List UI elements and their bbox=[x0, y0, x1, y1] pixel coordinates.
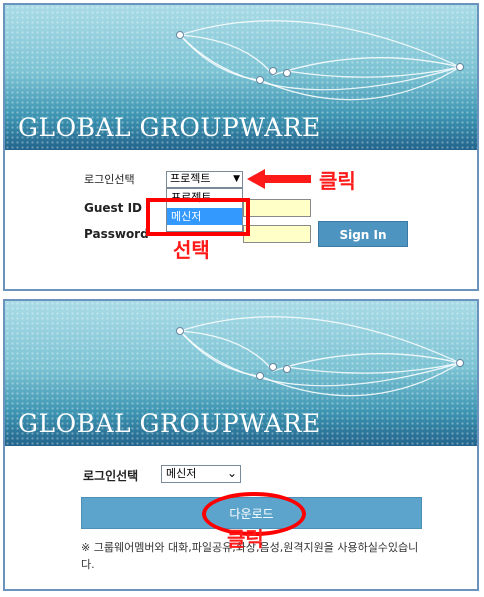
password-input[interactable] bbox=[243, 225, 311, 243]
sign-in-button[interactable]: Sign In bbox=[318, 221, 408, 247]
guest-id-input[interactable] bbox=[243, 199, 311, 217]
banner-image: GLOBAL GROUPWARE bbox=[5, 5, 477, 153]
arrow-left-icon bbox=[247, 169, 311, 189]
password-label: Password bbox=[84, 227, 149, 241]
annotation-click: 클릭 bbox=[227, 527, 264, 551]
annotation-select: 선택 bbox=[173, 238, 210, 262]
login-panel-after: GLOBAL GROUPWARE 로그인선택 메신저 ⌄ 다운로드 ※ 그룹웨어… bbox=[3, 299, 479, 591]
banner-divider bbox=[5, 446, 477, 449]
selection-highlight-box bbox=[146, 198, 250, 236]
login-panel-before: GLOBAL GROUPWARE 로그인선택 프로젝트 ▼ 프로젝트 메신저 G… bbox=[3, 3, 479, 291]
banner-image: GLOBAL GROUPWARE bbox=[5, 301, 477, 449]
login-select-label: 로그인선택 bbox=[84, 173, 135, 186]
login-select-label: 로그인선택 bbox=[83, 469, 139, 483]
login-type-select-value: 메신저 bbox=[166, 467, 197, 480]
login-type-select-value: 프로젝트 bbox=[170, 172, 211, 185]
login-type-select[interactable]: 메신저 ⌄ bbox=[161, 465, 241, 483]
dropdown-arrow-icon: ▼ bbox=[233, 174, 240, 184]
guest-id-label: Guest ID bbox=[84, 201, 143, 215]
banner-title: GLOBAL GROUPWARE bbox=[18, 113, 321, 142]
login-type-select[interactable]: 프로젝트 ▼ bbox=[166, 171, 243, 188]
banner-title: GLOBAL GROUPWARE bbox=[18, 409, 321, 438]
banner-divider bbox=[5, 150, 477, 153]
annotation-click: 클릭 bbox=[319, 169, 356, 193]
chevron-down-icon: ⌄ bbox=[226, 466, 237, 480]
